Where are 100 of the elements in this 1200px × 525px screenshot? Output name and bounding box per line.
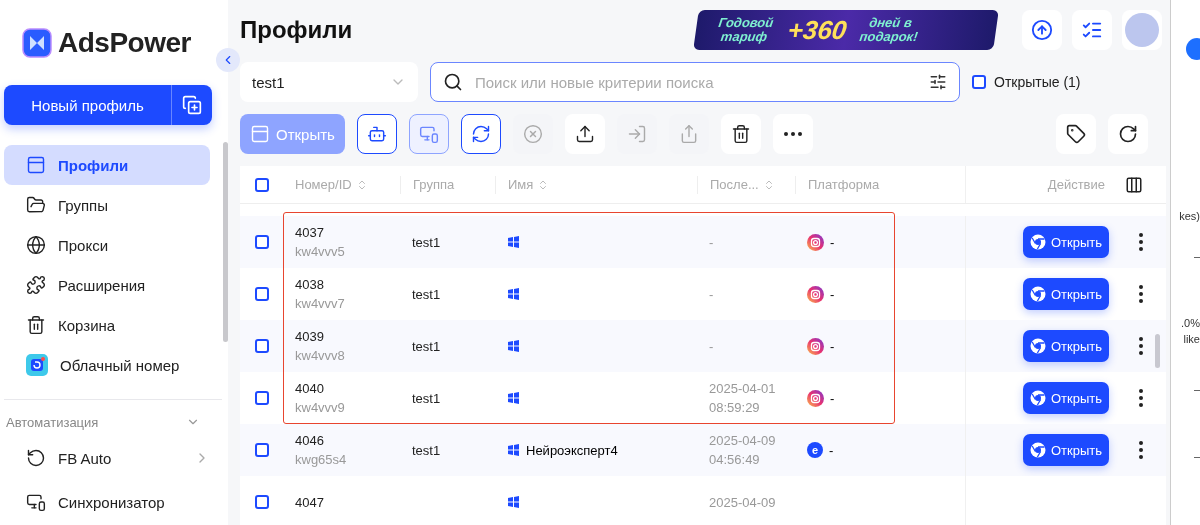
row-checkbox[interactable] <box>254 235 269 249</box>
profile-id: kwg65s4 <box>295 452 348 467</box>
open-profile-button[interactable]: Открыть <box>1023 382 1109 414</box>
sidebar-item[interactable]: Группы <box>4 185 210 225</box>
window-text: like <box>1183 333 1200 345</box>
page-title: Профили <box>240 16 354 44</box>
collapse-button[interactable] <box>216 48 240 72</box>
adspower-logo-icon <box>22 28 52 58</box>
sidebar-item[interactable]: Расширения <box>4 265 210 305</box>
last-opened: - <box>709 286 715 302</box>
row-checkbox[interactable] <box>254 339 269 353</box>
open-profile-button[interactable]: Открыть <box>1023 226 1109 258</box>
group-select[interactable]: test1 <box>240 62 418 102</box>
browser-icon <box>1029 234 1046 250</box>
import-icon <box>626 124 647 144</box>
toolbar-button[interactable] <box>564 114 605 154</box>
devices-icon <box>418 124 439 144</box>
search-input[interactable]: Поиск или новые критерии поиска <box>473 72 919 92</box>
update-button[interactable] <box>1022 10 1062 50</box>
last-opened: - <box>709 338 715 354</box>
sidebar-item[interactable]: Облачный номер <box>4 345 210 385</box>
group-name: test1 <box>412 338 442 354</box>
platform-account: - <box>830 338 835 354</box>
add-copy-icon <box>182 95 202 115</box>
window-text: – <box>1193 250 1200 262</box>
last-opened: 2025-04-09 <box>709 494 777 510</box>
browser-icon <box>1029 442 1046 458</box>
profile-number: 4046 <box>295 433 325 448</box>
trash-icon <box>26 315 46 335</box>
devices-icon <box>26 492 46 512</box>
toolbar-button[interactable] <box>356 114 397 154</box>
window-text: – <box>1193 450 1200 462</box>
row-checkbox[interactable] <box>254 391 269 405</box>
more-icon[interactable] <box>1139 285 1143 303</box>
open-profile-button[interactable]: Открыть <box>1023 434 1109 466</box>
toolbar-button[interactable] <box>720 114 761 154</box>
more-icon[interactable] <box>1139 233 1143 251</box>
tag-button[interactable] <box>1056 114 1096 154</box>
platform-account: - <box>830 390 835 406</box>
group-name: test1 <box>412 234 442 250</box>
group-name: test1 <box>412 390 442 406</box>
sidebar-item[interactable]: Корзина <box>4 305 210 345</box>
instagram-icon <box>807 389 824 407</box>
instagram-icon <box>807 285 824 303</box>
last-opened-time: 04:56:49 <box>709 452 761 467</box>
profile-number: 4039 <box>295 329 325 344</box>
scrollbar[interactable] <box>223 142 228 342</box>
platform-logo: e <box>807 442 823 458</box>
more-icon[interactable] <box>1139 389 1143 407</box>
browser-icon <box>1029 338 1046 354</box>
column-header: Действие <box>1047 177 1105 192</box>
section-title: Автоматизация <box>6 414 99 430</box>
profile-number: 4038 <box>295 277 325 292</box>
profile-number: 4040 <box>295 381 325 396</box>
windows-icon <box>507 496 520 508</box>
filter-icon[interactable] <box>929 73 947 91</box>
globe-icon <box>26 235 46 255</box>
profile-id: kw4vvv7 <box>295 296 346 311</box>
sidebar-item[interactable]: Синхронизатор <box>4 482 210 522</box>
sidebar-item[interactable]: Профили <box>4 145 210 185</box>
toolbar-button[interactable] <box>460 114 501 154</box>
sidebar-item[interactable]: Прокси <box>4 225 210 265</box>
more-icon <box>783 132 802 136</box>
refresh-icon <box>1118 124 1138 144</box>
windows-icon <box>507 392 520 404</box>
open-profile-button[interactable]: Открыть <box>1023 330 1109 362</box>
row-checkbox[interactable] <box>254 443 269 457</box>
sidebar-item[interactable]: FB Auto <box>4 438 210 478</box>
refresh-button[interactable] <box>1108 114 1148 154</box>
folder-icon <box>26 195 46 215</box>
group-name: test1 <box>412 286 442 302</box>
task-list-button[interactable] <box>1072 10 1112 50</box>
toolbar-button[interactable] <box>772 114 813 154</box>
group-name: test1 <box>412 442 442 458</box>
row-checkbox[interactable] <box>254 495 269 509</box>
window-text: .0% <box>1181 317 1200 329</box>
select-all-checkbox[interactable] <box>254 177 269 192</box>
row-checkbox[interactable] <box>254 287 269 301</box>
more-icon[interactable] <box>1139 441 1143 459</box>
sync-icon <box>26 448 46 468</box>
checkbox[interactable] <box>972 75 986 89</box>
last-opened: 2025-04-09 <box>709 433 777 448</box>
columns-icon[interactable] <box>1125 175 1143 194</box>
search-field[interactable]: Поиск или новые критерии поиска <box>430 62 960 102</box>
browser-icon <box>1029 286 1046 302</box>
tag-icon <box>1066 124 1086 144</box>
sync-icon <box>470 124 491 144</box>
window-icon <box>250 124 270 144</box>
profile-id: kw4vvv9 <box>295 400 346 415</box>
platform-account: - <box>829 442 834 458</box>
more-icon[interactable] <box>1139 337 1143 355</box>
open-profile-button[interactable]: Открыть <box>1023 278 1109 310</box>
windows-icon <box>507 340 520 352</box>
cloud-phone-icon <box>26 354 48 376</box>
windows-icon <box>507 444 520 456</box>
checkbox-label: Открытые (1) <box>994 74 1081 90</box>
window-text: kes) <box>1179 210 1200 222</box>
search-icon <box>443 72 463 92</box>
platform-account: - <box>830 286 835 302</box>
scrollbar[interactable] <box>1155 334 1160 368</box>
